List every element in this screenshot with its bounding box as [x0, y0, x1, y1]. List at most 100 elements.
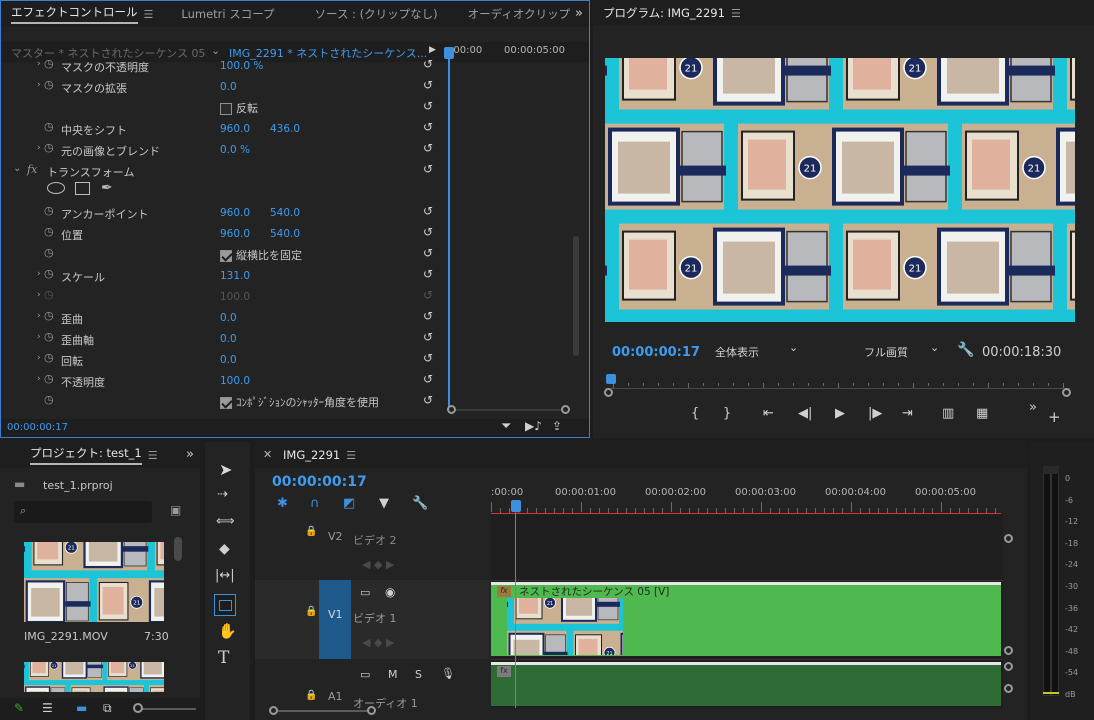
tab-program[interactable]: プログラム: IMG_2291 ☰	[593, 0, 751, 26]
effect-row[interactable]: 反転 ↺	[1, 97, 439, 118]
razor-tool-icon[interactable]: ◆	[219, 541, 230, 557]
value-field[interactable]: 0.0	[220, 312, 237, 324]
selection-tool-icon[interactable]: ➤	[219, 460, 232, 479]
value-field[interactable]: 100.0 %	[220, 60, 263, 72]
ellipse-mask-icon[interactable]	[47, 182, 65, 194]
track-id-a1[interactable]: A1	[328, 690, 343, 703]
value-field[interactable]: 100.0	[220, 375, 250, 387]
tab-lumetri-scopes[interactable]: Lumetri スコープ	[171, 1, 284, 27]
value-field[interactable]: 960.0	[220, 207, 250, 219]
play-icon[interactable]: ▶	[835, 406, 845, 421]
wrench-icon[interactable]: 🔧	[957, 342, 974, 358]
lock-icon[interactable]: 🔒	[305, 606, 317, 617]
project-scrollbar[interactable]	[174, 537, 182, 561]
ec-playhead[interactable]	[448, 47, 450, 412]
stopwatch-icon[interactable]: ◷	[44, 372, 54, 385]
effect-row[interactable]: › ◷ 100.0 ↺	[1, 286, 439, 307]
quality-select[interactable]: フル画質 ⌄	[864, 341, 944, 362]
lock-icon[interactable]: 🔒	[305, 526, 317, 537]
stopwatch-icon[interactable]: ◷	[44, 225, 54, 238]
overwrite-icon[interactable]: ▦	[976, 406, 988, 421]
more-tabs-icon[interactable]: »	[186, 447, 194, 462]
reset-icon[interactable]: ↺	[423, 351, 433, 365]
effect-row[interactable]: ✒	[1, 180, 439, 202]
reset-icon[interactable]: ↺	[423, 120, 433, 134]
insert-icon[interactable]: ▥	[942, 406, 954, 421]
timeline-hscrollbar[interactable]	[269, 706, 376, 716]
reset-icon[interactable]: ↺	[423, 204, 433, 218]
effect-row[interactable]: › ◷ 回転 0.0 ↺	[1, 349, 439, 370]
effect-row[interactable]: ◷ ｺﾝﾎﾟｼﾞｼｮﾝのｼｬｯﾀｰ角度を使用 ↺	[1, 391, 439, 412]
timeline-playhead[interactable]	[515, 506, 516, 708]
reset-icon[interactable]: ↺	[423, 330, 433, 344]
step-forward-icon[interactable]: |▶	[868, 406, 882, 421]
clip-thumbnail-2[interactable]: 21212121212121	[24, 662, 164, 692]
keyframe-nav-icon[interactable]: ◀ ◆ ▶	[362, 636, 394, 649]
reset-icon[interactable]: ↺	[423, 141, 433, 155]
tab-source[interactable]: ソース : (クリップなし)	[305, 1, 448, 27]
stopwatch-icon[interactable]: ◷	[44, 288, 54, 301]
value-field[interactable]: 960.0	[220, 123, 250, 135]
microphone-icon[interactable]: 🎙	[441, 667, 455, 680]
program-playhead-handle[interactable]	[606, 374, 616, 384]
track-target-v1[interactable]: V1	[319, 580, 351, 659]
zoom-select[interactable]: 全体表示 ⌄	[715, 341, 801, 362]
eye-icon[interactable]: ◉	[385, 585, 395, 599]
tab-sequence[interactable]: IMG_2291 ☰	[273, 442, 366, 468]
timeline-playhead-handle[interactable]	[511, 500, 521, 512]
rectangle-mask-icon[interactable]	[75, 182, 90, 195]
effect-row[interactable]: › ◷ マスクの不透明度 100.0 % ↺	[1, 55, 439, 76]
ec-scrollbar[interactable]	[573, 236, 579, 356]
video-clip[interactable]: fx ネストされたシーケンス 05 [V] 2121212121	[491, 582, 1001, 656]
panel-menu-icon[interactable]: ☰	[144, 8, 154, 21]
audio-play-icon[interactable]: ▶♪	[525, 419, 542, 433]
fx-icon[interactable]: fx	[27, 163, 37, 176]
checkbox-box[interactable]	[220, 103, 232, 115]
tab-project[interactable]: プロジェクト: test_1 ☰	[20, 442, 168, 468]
rectangle-tool-icon[interactable]	[214, 594, 236, 616]
stopwatch-icon[interactable]: ◷	[44, 393, 54, 406]
value-field[interactable]: 131.0	[220, 270, 250, 282]
twirl-icon[interactable]: ›	[37, 269, 41, 279]
reset-icon[interactable]: ↺	[423, 162, 433, 176]
mark-out-icon[interactable]: }	[723, 406, 731, 421]
twirl-icon[interactable]: ›	[37, 332, 41, 342]
stopwatch-icon[interactable]: ◷	[44, 267, 54, 280]
timeline-timecode[interactable]: 00:00:00:17	[272, 474, 367, 490]
track-id-v2[interactable]: V2	[328, 530, 343, 543]
solo-button[interactable]: S	[415, 668, 422, 681]
effect-row[interactable]: › ◷ マスクの拡張 0.0 ↺	[1, 76, 439, 97]
chevron-down-icon[interactable]: ⌄	[13, 163, 21, 174]
value-field-2[interactable]: 540.0	[270, 207, 300, 219]
twirl-icon[interactable]: ›	[37, 311, 41, 321]
add-marker-icon[interactable]: ▼	[379, 496, 389, 511]
value-field[interactable]: 0.0	[220, 354, 237, 366]
stopwatch-icon[interactable]: ◷	[44, 78, 54, 91]
value-field[interactable]: 0.0	[220, 81, 237, 93]
effect-row[interactable]: ◷ 縦横比を固定 ↺	[1, 244, 439, 265]
stopwatch-icon[interactable]: ◷	[44, 309, 54, 322]
value-field[interactable]: 100.0	[220, 291, 250, 303]
panel-menu-icon[interactable]: ☰	[731, 7, 741, 20]
reset-icon[interactable]: ↺	[423, 57, 433, 71]
stopwatch-icon[interactable]: ◷	[44, 330, 54, 343]
export-icon[interactable]: ⇪	[552, 419, 562, 433]
snap-icon[interactable]: ✱	[277, 496, 288, 511]
linked-selection-icon[interactable]: ∩	[310, 496, 320, 511]
more-tabs-icon[interactable]: »	[575, 6, 583, 21]
step-back-icon[interactable]: ◀|	[798, 406, 812, 421]
stopwatch-icon[interactable]: ◷	[44, 57, 54, 70]
reset-icon[interactable]: ↺	[423, 246, 433, 260]
icon-view-icon[interactable]: ▬	[76, 701, 87, 715]
mute-button[interactable]: M	[388, 668, 398, 681]
value-field-2[interactable]: 540.0	[270, 228, 300, 240]
toggle-sync-icon[interactable]: ▭	[360, 668, 370, 681]
stopwatch-icon[interactable]: ◷	[44, 204, 54, 217]
toggle-sync-icon[interactable]: ▭	[360, 586, 370, 599]
twirl-icon[interactable]: ›	[37, 353, 41, 363]
effect-row[interactable]: › ◷ 元の画像とブレンド 0.0 % ↺	[1, 139, 439, 160]
twirl-icon[interactable]: ›	[37, 80, 41, 90]
value-field[interactable]: 0.0	[220, 333, 237, 345]
track-select-tool-icon[interactable]: ⇢	[217, 487, 228, 502]
clip-thumbnail[interactable]: 212121212121	[24, 542, 164, 622]
